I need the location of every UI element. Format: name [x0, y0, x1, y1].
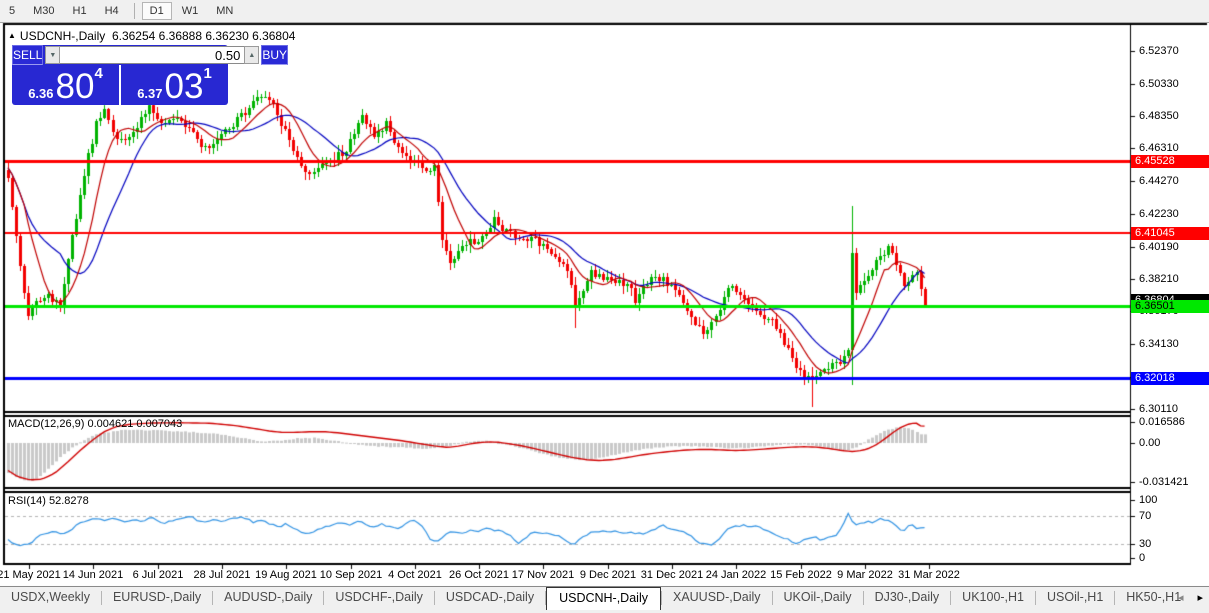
date-axis-label: 31 Dec 2021 [641, 569, 703, 581]
rsi-scale-label: 30 [1139, 538, 1151, 550]
chart-tab-usdx-weekly[interactable]: USDX,Weekly [0, 587, 101, 608]
date-axis-label: 9 Dec 2021 [580, 569, 636, 581]
date-axis-label: 28 Jul 2021 [194, 569, 251, 581]
volume-down-button[interactable]: ▼ [45, 46, 60, 64]
chart-tab-eurusd-daily[interactable]: EURUSD-,Daily [102, 587, 212, 608]
timeframe-button-mn[interactable]: MN [208, 2, 241, 20]
macd-indicator-label: MACD(12,26,9) 0.004621 0.007043 [8, 418, 182, 430]
chart-tab-ukoil-daily[interactable]: UKOil-,Daily [773, 587, 863, 608]
date-axis-label: 14 Jun 2021 [63, 569, 124, 581]
rsi-scale-label: 70 [1139, 510, 1151, 522]
timeframe-button-h1[interactable]: H1 [65, 2, 95, 20]
date-axis-label: 6 Jul 2021 [133, 569, 184, 581]
macd-scale-label: -0.031421 [1139, 476, 1189, 488]
chart-tab-usdcad-daily[interactable]: USDCAD-,Daily [435, 587, 545, 608]
rsi-indicator-label: RSI(14) 52.8278 [8, 495, 89, 507]
macd-scale-label: 0.016586 [1139, 416, 1185, 428]
macd-scale-label: 0.00 [1139, 437, 1160, 449]
price-tick-label: 6.40190 [1139, 241, 1179, 253]
volume-input[interactable] [60, 46, 244, 64]
date-axis-label: 15 Feb 2022 [770, 569, 832, 581]
timeframe-button-m30[interactable]: M30 [25, 2, 62, 20]
date-axis-label: 21 May 2021 [0, 569, 61, 581]
hline-price-tag[interactable]: 6.41045 [1131, 227, 1209, 240]
chart-tab-dj30-daily[interactable]: DJ30-,Daily [864, 587, 951, 608]
date-axis-label: 26 Oct 2021 [449, 569, 509, 581]
price-tick-label: 6.42230 [1139, 208, 1179, 220]
volume-up-button[interactable]: ▲ [244, 46, 259, 64]
buy-price-sup: 1 [203, 67, 211, 81]
buy-price[interactable]: 6.37031 [121, 65, 228, 105]
sell-price-small: 6.36 [28, 86, 53, 102]
sell-button[interactable]: SELL [12, 45, 43, 65]
tab-scroll-right-icon[interactable]: ▸ [1197, 591, 1203, 605]
date-axis-label: 17 Nov 2021 [512, 569, 574, 581]
date-axis-label: 24 Jan 2022 [706, 569, 767, 581]
timeframe-toolbar: 5M30H1H4 D1W1MN [0, 0, 1209, 23]
one-click-trading-widget: SELL ▼ ▲ BUY 6.36804 6.37031 [12, 45, 228, 105]
price-tick-label: 6.30110 [1139, 403, 1178, 415]
date-axis-label: 9 Mar 2022 [837, 569, 893, 581]
date-axis-label: 10 Sep 2021 [320, 569, 382, 581]
chart-tab-bar: USDX,WeeklyEURUSD-,DailyAUDUSD-,DailyUSD… [0, 586, 1209, 613]
tab-scroll-controls: ◂ ▸ [1178, 591, 1203, 605]
buy-price-big: 03 [165, 72, 204, 102]
hline-price-tag[interactable]: 6.32018 [1131, 372, 1209, 385]
price-tick-label: 6.38210 [1139, 273, 1179, 285]
price-tick-label: 6.46310 [1139, 142, 1179, 154]
date-axis-label: 19 Aug 2021 [255, 569, 317, 581]
timeframe-button-5[interactable]: 5 [1, 2, 23, 20]
chart-tab-usoil-h1[interactable]: USOil-,H1 [1036, 587, 1114, 608]
chart-tab-uk100-h1[interactable]: UK100-,H1 [951, 587, 1035, 608]
buy-price-small: 6.37 [137, 86, 162, 102]
sell-price-big: 80 [56, 72, 95, 102]
hline-price-tag[interactable]: 6.45528 [1131, 155, 1209, 168]
chart-tab-xauusd-daily[interactable]: XAUUSD-,Daily [662, 587, 772, 608]
price-tick-label: 6.44270 [1139, 175, 1179, 187]
rsi-scale-label: 100 [1139, 494, 1157, 506]
rsi-scale-label: 0 [1139, 552, 1145, 564]
chart-tab-audusd-daily[interactable]: AUDUSD-,Daily [213, 587, 323, 608]
tab-scroll-left-icon[interactable]: ◂ [1178, 591, 1184, 605]
timeframe-button-w1[interactable]: W1 [174, 2, 207, 20]
price-tick-label: 6.52370 [1139, 45, 1179, 57]
timeframe-button-h4[interactable]: H4 [97, 2, 127, 20]
collapse-icon[interactable]: ▲ [8, 31, 16, 40]
trading-terminal: 5M30H1H4 D1W1MN ▲ USDCNH-,Daily 6.36254 6.… [0, 0, 1209, 612]
toolbar-separator [134, 3, 135, 19]
chart-title: ▲ USDCNH-,Daily 6.36254 6.36888 6.36230 6… [8, 29, 295, 43]
timeframe-button-d1[interactable]: D1 [142, 2, 172, 20]
sell-price-sup: 4 [94, 67, 102, 81]
price-tick-label: 6.34130 [1139, 338, 1179, 350]
date-axis-label: 31 Mar 2022 [898, 569, 960, 581]
hline-price-tag[interactable]: 6.36501 [1131, 300, 1209, 313]
chart-symbol-period: USDCNH-,Daily [20, 29, 105, 43]
buy-button[interactable]: BUY [261, 45, 288, 65]
price-tick-label: 6.50330 [1139, 78, 1179, 90]
chart-ohlc-quotes: 6.36254 6.36888 6.36230 6.36804 [112, 29, 296, 43]
price-tick-label: 6.48350 [1139, 110, 1179, 122]
chart-tab-usdchf-daily[interactable]: USDCHF-,Daily [324, 587, 434, 608]
volume-spinner: ▼ ▲ [45, 46, 259, 64]
sell-price[interactable]: 6.36804 [12, 65, 121, 105]
chart-tab-usdcnh-daily[interactable]: USDCNH-,Daily [546, 587, 661, 610]
date-axis-label: 4 Oct 2021 [388, 569, 442, 581]
